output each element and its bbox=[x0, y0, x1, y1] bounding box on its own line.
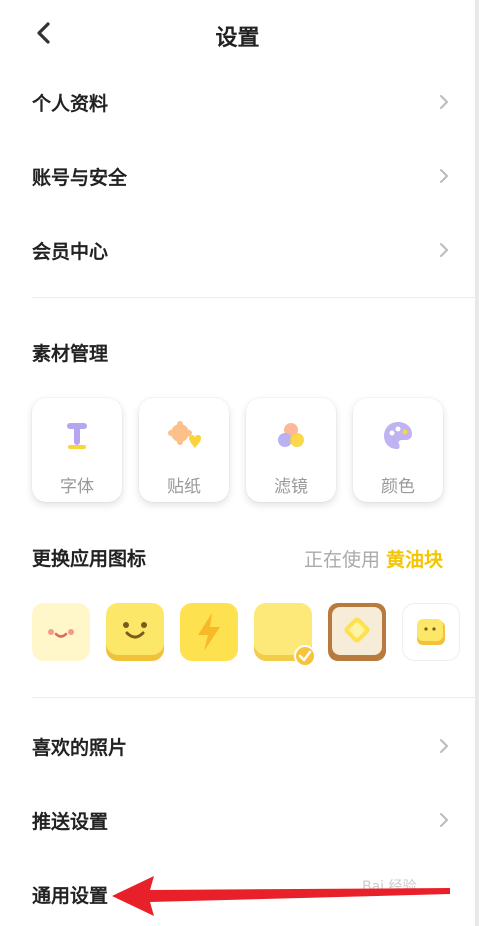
current-icon-status: 正在使用 黄油块 bbox=[304, 545, 443, 572]
tile-label: 贴纸 bbox=[167, 477, 201, 497]
menu-item-label: 喜欢的照片 bbox=[32, 736, 128, 759]
materials-title: 素材管理 bbox=[32, 343, 109, 365]
using-label: 正在使用 bbox=[303, 549, 380, 571]
menu-item-label: 通用设置 bbox=[32, 884, 109, 907]
red-arrow-annotation bbox=[112, 876, 450, 916]
app-icon-option-toast[interactable] bbox=[328, 603, 386, 661]
material-font-tile[interactable]: 字体 bbox=[32, 398, 122, 502]
material-sticker-tile[interactable]: 贴纸 bbox=[139, 398, 229, 502]
chevron-right-icon bbox=[440, 243, 448, 257]
chevron-right-icon bbox=[440, 739, 448, 753]
current-icon-name: 黄油块 bbox=[385, 549, 443, 571]
menu-item-liked-photos[interactable]: 喜欢的照片 bbox=[32, 723, 450, 769]
settings-page: 设置 个人资料 账号与安全 会员中心 素材管理 字体 贴纸 滤镜 颜色 更换应用… bbox=[0, 0, 479, 926]
butter-block-icon bbox=[254, 603, 316, 667]
menu-item-label: 推送设置 bbox=[32, 810, 109, 833]
toast-icon bbox=[328, 603, 386, 661]
page-title: 设置 bbox=[215, 26, 260, 51]
smile-face-icon bbox=[106, 603, 164, 661]
app-icon-option-butter[interactable] bbox=[254, 603, 316, 667]
sticker-icon bbox=[168, 421, 201, 449]
material-color-tile[interactable]: 颜色 bbox=[353, 398, 443, 502]
blush-face-icon bbox=[32, 603, 90, 661]
tile-label: 字体 bbox=[60, 477, 94, 497]
app-icon-option-mini[interactable] bbox=[402, 603, 460, 661]
app-icon-option-lightning[interactable] bbox=[180, 603, 238, 661]
chevron-right-icon bbox=[440, 813, 448, 827]
chevron-right-icon bbox=[440, 169, 448, 183]
divider bbox=[32, 697, 475, 698]
app-icon-option-smile[interactable] bbox=[106, 603, 164, 661]
filter-icon bbox=[278, 423, 304, 447]
menu-item-push-settings[interactable]: 推送设置 bbox=[32, 797, 450, 843]
menu-item-label: 会员中心 bbox=[32, 240, 109, 263]
material-filter-tile[interactable]: 滤镜 bbox=[246, 398, 336, 502]
mini-block-icon bbox=[402, 603, 460, 661]
menu-item-label: 个人资料 bbox=[32, 92, 109, 115]
lightning-icon bbox=[180, 603, 238, 661]
tile-label: 颜色 bbox=[381, 477, 415, 497]
scroll-edge bbox=[475, 0, 479, 926]
tile-label: 滤镜 bbox=[274, 477, 308, 497]
menu-item-account-security[interactable]: 账号与安全 bbox=[32, 153, 450, 199]
menu-item-label: 账号与安全 bbox=[32, 166, 128, 189]
header: 设置 bbox=[0, 0, 475, 70]
palette-icon bbox=[384, 422, 412, 449]
menu-item-profile[interactable]: 个人资料 bbox=[32, 79, 450, 125]
chevron-right-icon bbox=[440, 95, 448, 109]
app-icon-title: 更换应用图标 bbox=[32, 548, 147, 570]
divider bbox=[32, 297, 475, 298]
font-icon bbox=[67, 423, 87, 449]
menu-item-membership[interactable]: 会员中心 bbox=[32, 227, 450, 273]
app-icon-option-blush[interactable] bbox=[32, 603, 90, 661]
